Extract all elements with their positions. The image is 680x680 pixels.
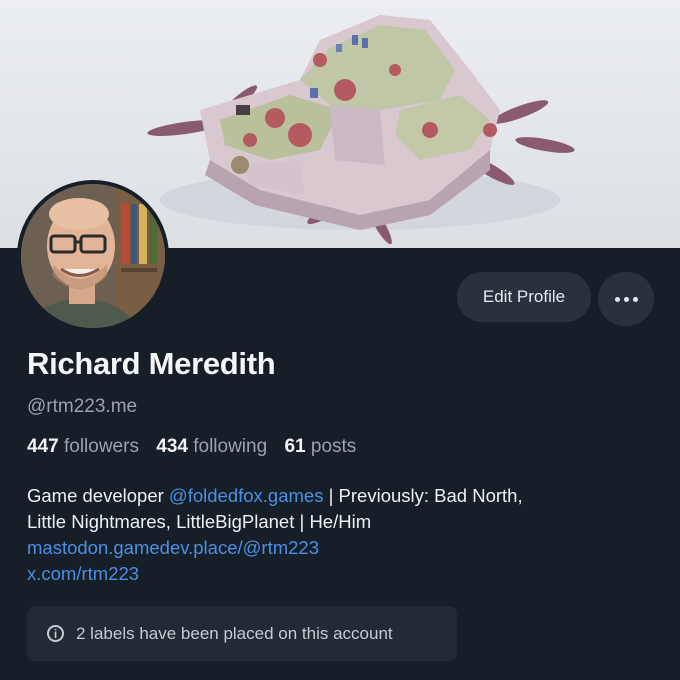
- following-stat[interactable]: 434 following: [156, 436, 267, 458]
- display-name: Richard Meredith: [27, 346, 276, 381]
- user-handle: @rtm223.me: [27, 396, 138, 417]
- profile-stats: 447 followers 434 following 61 posts: [27, 436, 368, 458]
- followers-count: 447: [27, 436, 59, 457]
- mention-link[interactable]: @foldedfox.games: [169, 485, 324, 506]
- x-link[interactable]: x.com/rtm223: [27, 561, 657, 587]
- avatar[interactable]: [17, 180, 169, 332]
- profile-bio: Game developer @foldedfox.games | Previo…: [27, 483, 657, 587]
- info-icon: i: [47, 625, 64, 642]
- mastodon-link[interactable]: mastodon.gamedev.place/@rtm223: [27, 535, 657, 561]
- posts-stat: 61 posts: [284, 436, 356, 458]
- bio-text: Game developer: [27, 485, 169, 506]
- edit-profile-button[interactable]: Edit Profile: [457, 272, 591, 322]
- posts-label: posts: [310, 436, 357, 457]
- bio-line-2: Little Nightmares, LittleBigPlanet | He/…: [27, 511, 372, 532]
- following-label: following: [193, 436, 268, 457]
- bio-line-1: Game developer @foldedfox.games | Previo…: [27, 483, 657, 509]
- posts-count: 61: [284, 436, 306, 457]
- followers-label: followers: [63, 436, 139, 457]
- bio-text: | Previously: Bad North,: [323, 485, 523, 506]
- ellipsis-icon: [614, 296, 638, 302]
- following-count: 434: [156, 436, 188, 457]
- labels-notice-text: 2 labels have been placed on this accoun…: [76, 623, 393, 643]
- more-options-button[interactable]: [598, 272, 654, 326]
- followers-stat[interactable]: 447 followers: [27, 436, 139, 458]
- avatar-photo: [21, 184, 165, 328]
- labels-notice[interactable]: i 2 labels have been placed on this acco…: [27, 606, 457, 661]
